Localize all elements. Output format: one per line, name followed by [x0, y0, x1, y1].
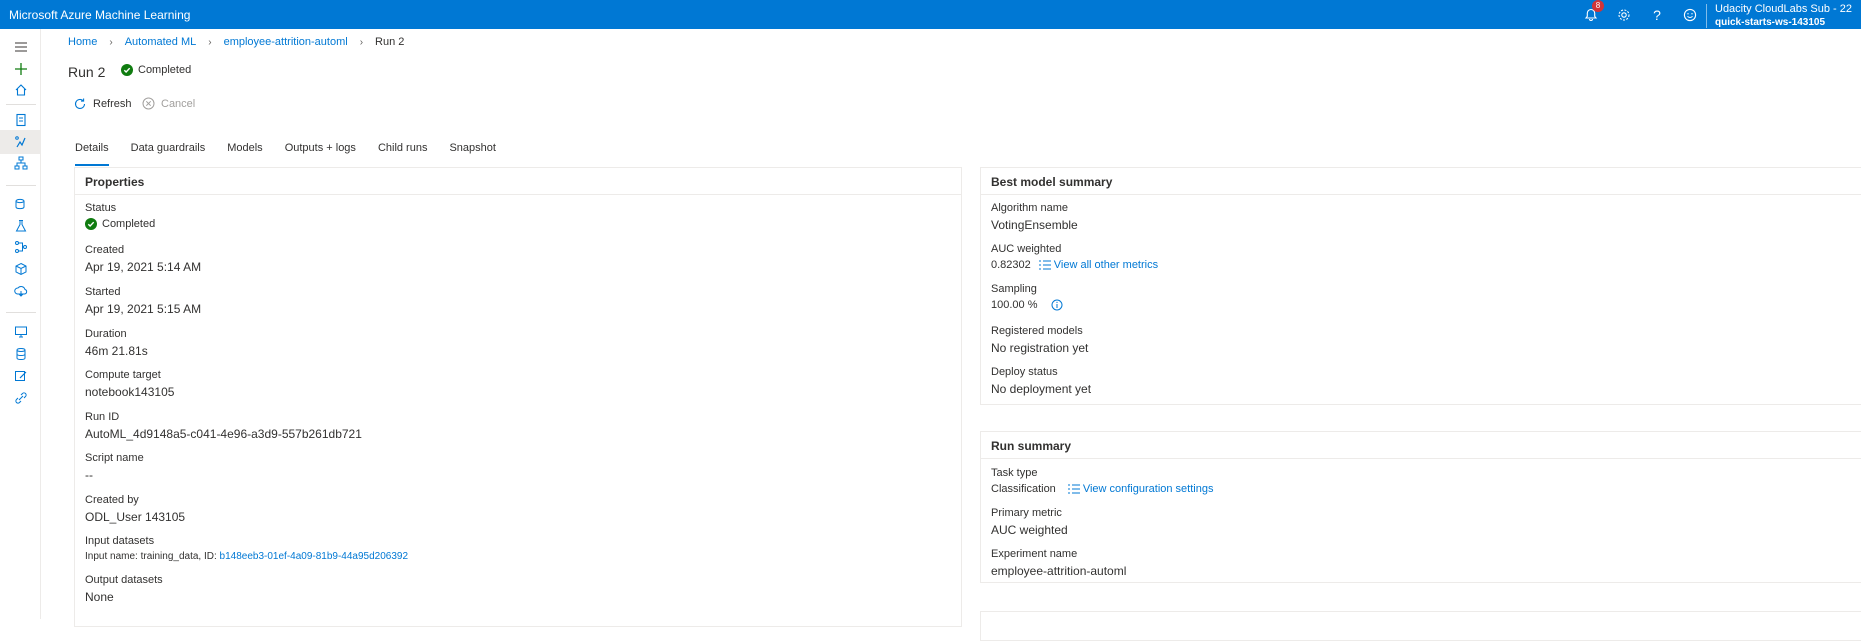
- datasets-icon[interactable]: [0, 192, 41, 216]
- breadcrumb-current: Run 2: [375, 36, 405, 48]
- models-cube-icon[interactable]: [0, 257, 41, 281]
- hamburger-menu-icon[interactable]: [0, 35, 41, 59]
- view-all-metrics-link[interactable]: View all other metrics: [1038, 259, 1158, 271]
- prop-deploy-status: Deploy status No deployment yet: [991, 366, 1092, 396]
- prop-run-id: Run ID AutoML_4d9148a5-c041-4e96-a3d9-55…: [85, 411, 362, 441]
- pipelines-icon[interactable]: [0, 235, 41, 259]
- best-model-summary-card: Best model summary Algorithm name Voting…: [980, 167, 1861, 405]
- chevron-right-icon: ›: [109, 36, 113, 48]
- list-icon: [1038, 260, 1051, 270]
- success-check-icon: [121, 64, 133, 76]
- app-title[interactable]: Microsoft Azure Machine Learning: [9, 8, 190, 22]
- left-navigation: [0, 29, 41, 619]
- data-labeling-icon[interactable]: [0, 364, 41, 388]
- run-summary-title: Run summary: [991, 439, 1072, 453]
- next-card: [980, 611, 1861, 641]
- endpoints-icon[interactable]: [0, 279, 41, 303]
- chevron-right-icon: ›: [208, 36, 212, 48]
- prop-algorithm-name: Algorithm name VotingEnsemble: [991, 202, 1078, 232]
- breadcrumb-automated-ml[interactable]: Automated ML: [125, 36, 197, 48]
- topbar-icons: 8 ?: [1580, 0, 1701, 25]
- tab-models[interactable]: Models: [227, 142, 262, 166]
- success-check-icon: [85, 218, 97, 230]
- prop-sampling: Sampling 100.00 %: [991, 283, 1063, 311]
- prop-input-datasets: Input datasets Input name: training_data…: [85, 535, 409, 562]
- compute-icon[interactable]: [0, 320, 41, 344]
- compute-target-link[interactable]: notebook143105: [85, 385, 174, 399]
- refresh-label: Refresh: [93, 98, 132, 110]
- prop-script-name: Script name --: [85, 452, 144, 482]
- prop-compute-target: Compute target notebook143105: [85, 369, 175, 399]
- run-summary-card: Run summary Task type Classification Vie…: [980, 431, 1861, 583]
- view-configuration-link[interactable]: View configuration settings: [1067, 483, 1213, 495]
- input-dataset-link[interactable]: b148eeb3-01ef-4a09-81b9-44a95d206392: [220, 551, 409, 562]
- linked-services-icon[interactable]: [0, 386, 41, 410]
- notebooks-icon[interactable]: [0, 108, 41, 132]
- account-name: Udacity CloudLabs Sub - 22: [1715, 3, 1852, 15]
- designer-icon[interactable]: [0, 151, 41, 175]
- datastores-icon[interactable]: [0, 342, 41, 366]
- prop-registered-models: Registered models No registration yet: [991, 325, 1089, 355]
- tab-data-guardrails[interactable]: Data guardrails: [131, 142, 206, 166]
- properties-card: Properties Status Completed Created Apr …: [74, 167, 962, 627]
- status-value: Completed: [102, 218, 156, 230]
- breadcrumb-experiment[interactable]: employee-attrition-automl: [224, 36, 348, 48]
- tab-snapshot[interactable]: Snapshot: [449, 142, 495, 166]
- account-switcher[interactable]: Udacity CloudLabs Sub - 22 quick-starts-…: [1706, 4, 1852, 28]
- properties-title: Properties: [85, 175, 145, 189]
- prop-auc-weighted: AUC weighted 0.82302 View all other metr…: [991, 243, 1159, 271]
- breadcrumb: Home › Automated ML › employee-attrition…: [68, 36, 404, 48]
- prop-created: Created Apr 19, 2021 5:14 AM: [85, 244, 202, 274]
- workspace-name: quick-starts-ws-143105: [1715, 17, 1826, 28]
- algorithm-link[interactable]: VotingEnsemble: [991, 218, 1078, 232]
- run-status: Completed: [121, 64, 191, 76]
- info-icon[interactable]: [1051, 299, 1063, 311]
- cancel-label: Cancel: [161, 97, 196, 110]
- top-bar: Microsoft Azure Machine Learning 8 ? Uda…: [0, 0, 1861, 29]
- feedback-smiley-icon[interactable]: [1679, 5, 1701, 25]
- notification-badge: 8: [1592, 0, 1604, 12]
- tab-child-runs[interactable]: Child runs: [378, 142, 428, 166]
- prop-experiment-name: Experiment name employee-attrition-autom…: [991, 548, 1127, 578]
- refresh-icon: [74, 98, 86, 110]
- cancel-button[interactable]: Cancel: [142, 97, 195, 110]
- prop-output-datasets: Output datasets None: [85, 574, 163, 604]
- tab-outputs-logs[interactable]: Outputs + logs: [285, 142, 356, 166]
- page-title: Run 2: [68, 64, 106, 80]
- best-model-title: Best model summary: [991, 175, 1113, 189]
- tab-bar: Details Data guardrails Models Outputs +…: [75, 142, 518, 166]
- prop-primary-metric: Primary metric AUC weighted: [991, 507, 1068, 537]
- prop-created-by: Created by ODL_User 143105: [85, 494, 186, 524]
- prop-duration: Duration 46m 21.81s: [85, 328, 148, 358]
- breadcrumb-home[interactable]: Home: [68, 36, 97, 48]
- chevron-right-icon: ›: [359, 36, 364, 48]
- tab-details[interactable]: Details: [75, 142, 109, 166]
- list-icon: [1067, 484, 1080, 494]
- notifications-bell-icon[interactable]: 8: [1580, 0, 1604, 25]
- run-status-text: Completed: [138, 64, 192, 76]
- cancel-icon: [142, 97, 155, 110]
- help-icon[interactable]: ?: [1646, 5, 1668, 25]
- prop-status: Status Completed: [85, 202, 156, 230]
- prop-task-type: Task type Classification View configurat…: [991, 467, 1214, 495]
- prop-started: Started Apr 19, 2021 5:15 AM: [85, 286, 202, 316]
- refresh-button[interactable]: Refresh: [73, 97, 132, 111]
- home-icon[interactable]: [0, 78, 41, 102]
- settings-gear-icon[interactable]: [1613, 5, 1635, 25]
